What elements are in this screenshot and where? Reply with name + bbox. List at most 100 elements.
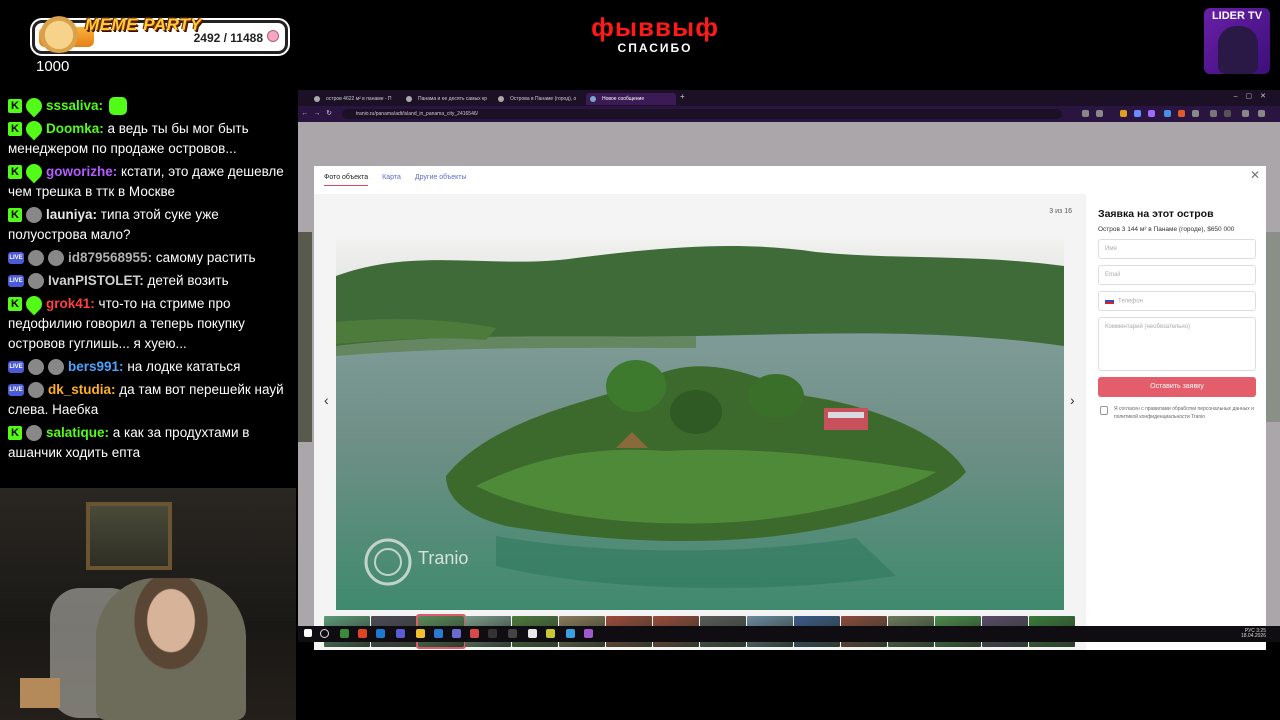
subscriber-badge-icon <box>22 293 46 316</box>
chat-username[interactable]: bers991: <box>68 359 124 374</box>
extension-icon[interactable] <box>1082 110 1089 117</box>
chat-username[interactable]: IvanPISTOLET: <box>48 273 144 288</box>
browser-tab[interactable]: Острова в Панаме (город), о <box>494 93 584 105</box>
app-icon[interactable] <box>546 629 555 638</box>
party-title: MEME PARTY <box>85 15 202 34</box>
chat-text: детей возить <box>147 273 229 288</box>
chat-message: Ksalatique: а как за продухтами в ашанчи… <box>8 423 294 463</box>
meme-party-widget: MEME PARTY 2492 / 11488 <box>32 13 288 54</box>
app-icon[interactable] <box>396 629 405 638</box>
channel-badge-label: LIDER TV <box>1211 10 1263 22</box>
chat-message: LIVE dk_studia: да там вот перешейк науй … <box>8 380 294 420</box>
channel-badge: LIDER TV <box>1204 8 1270 74</box>
chat-username[interactable]: Doomka: <box>46 121 104 136</box>
profile-icon[interactable] <box>1242 110 1249 117</box>
chat-username[interactable]: goworizhe: <box>46 164 117 179</box>
favicon-icon <box>406 96 412 102</box>
browser-icon[interactable] <box>470 629 479 638</box>
app-icon[interactable] <box>434 629 443 638</box>
app-icon[interactable] <box>340 629 349 638</box>
subscriber-badge-icon <box>22 95 46 118</box>
tab-label: Панама и ее десять самых кр <box>418 96 488 102</box>
favicon-icon <box>498 96 504 102</box>
prev-photo-icon[interactable]: ‹ <box>324 392 329 408</box>
url-input[interactable]: tranio.ru/panama/adt/island_in_panama_ci… <box>342 109 1062 119</box>
extension-icon[interactable] <box>1148 110 1155 117</box>
tab-bar: остров 4622 м² в панаме - П Панама и ее … <box>298 90 1280 106</box>
start-icon[interactable] <box>304 629 312 637</box>
kick-badge-icon: K <box>8 99 22 114</box>
browser-tab[interactable]: остров 4622 м² в панаме - П <box>310 93 400 105</box>
chat-username[interactable]: salatique: <box>46 425 109 440</box>
pig-icon <box>267 30 279 42</box>
kick-badge-icon: K <box>8 426 22 441</box>
user-avatar-icon <box>26 425 42 442</box>
forward-icon[interactable]: → <box>312 109 322 119</box>
email-field[interactable]: Email <box>1098 265 1256 285</box>
app-icon[interactable] <box>452 629 461 638</box>
app-icon[interactable] <box>508 629 517 638</box>
app-icon[interactable] <box>528 629 537 638</box>
reload-icon[interactable]: ↻ <box>324 109 334 119</box>
next-photo-icon[interactable]: › <box>1070 392 1075 408</box>
chat-username[interactable]: id879568955: <box>68 250 152 265</box>
tab-photos[interactable]: Фото объекта <box>324 174 369 186</box>
close-icon[interactable]: ✕ <box>1250 168 1260 182</box>
app-icon[interactable] <box>488 629 497 638</box>
extension-icon[interactable] <box>1120 110 1127 117</box>
consent-checkbox[interactable] <box>1100 406 1108 415</box>
app-icon[interactable] <box>584 629 593 638</box>
subscriber-badge-icon <box>22 118 46 141</box>
submit-button[interactable]: Оставить заявку <box>1098 377 1256 397</box>
chat-username[interactable]: grok41: <box>46 296 95 311</box>
user-avatar-icon <box>48 250 64 267</box>
extension-icon[interactable] <box>1224 110 1231 117</box>
extension-icon[interactable] <box>1164 110 1171 117</box>
chat-username[interactable]: launiya: <box>46 207 97 222</box>
phone-field[interactable]: Телефон <box>1098 291 1256 311</box>
chat-message: Kgoworizhe: кстати, это даже дешевле чем… <box>8 161 294 202</box>
wall-painting <box>86 502 172 570</box>
app-icon[interactable] <box>358 629 367 638</box>
tab-map[interactable]: Карта <box>382 174 401 185</box>
doge-icon <box>37 13 81 53</box>
folder-icon[interactable] <box>416 629 425 638</box>
window-controls[interactable]: –▢✕ <box>1234 92 1274 100</box>
back-icon[interactable]: ← <box>300 109 310 119</box>
party-count: 2492 / 11488 <box>193 31 263 45</box>
listing-modal: Фото объекта Карта Другие объекты ✕ 3 из 1… <box>314 166 1266 650</box>
user-avatar-icon <box>28 273 44 290</box>
tab-other-objects[interactable]: Другие объекты <box>415 174 467 185</box>
extension-icon[interactable] <box>1096 110 1103 117</box>
browser-tab[interactable]: Панама и ее десять самых кр <box>402 93 492 105</box>
tab-label: Острова в Панаме (город), о <box>510 96 577 102</box>
extension-icon[interactable] <box>1134 110 1141 117</box>
cardboard-box <box>20 678 60 708</box>
chat-text: самому растить <box>155 250 256 265</box>
menu-icon[interactable] <box>1258 110 1265 117</box>
consent-checkbox-row: Я согласен с правилами обработки персона… <box>1098 405 1256 421</box>
chat-username[interactable]: dk_studia: <box>48 382 116 397</box>
comment-field[interactable]: Комментарий (необязательно) <box>1098 317 1256 371</box>
new-tab-icon[interactable]: + <box>680 92 685 101</box>
chat-message: LIVE id879568955: самому растить <box>8 248 294 268</box>
live-badge-icon: LIVE <box>8 361 24 374</box>
search-icon[interactable] <box>320 629 329 638</box>
app-icon[interactable] <box>376 629 385 638</box>
user-avatar-icon <box>28 250 44 267</box>
app-icon[interactable] <box>566 629 575 638</box>
user-avatar-icon <box>28 359 44 376</box>
extension-icon[interactable] <box>1210 110 1217 117</box>
modal-tabs: Фото объекта Карта Другие объекты <box>324 174 481 186</box>
address-bar-row: ← → ↻ tranio.ru/panama/adt/island_in_pan… <box>298 106 1280 122</box>
browser-tab-active[interactable]: Новое сообщение <box>586 93 676 105</box>
kick-badge-icon: K <box>8 297 22 312</box>
name-field[interactable]: Имя <box>1098 239 1256 259</box>
extension-icon[interactable] <box>1192 110 1199 117</box>
taskbar: РУС 3:25 18.04.2026 <box>298 626 1280 642</box>
chat-username[interactable]: sssaliva: <box>46 98 103 113</box>
chat-message: LIVE IvanPISTOLET: детей возить <box>8 271 294 291</box>
favicon-icon <box>314 96 320 102</box>
extension-icon[interactable] <box>1178 110 1185 117</box>
photo-gallery: 3 из 16 ‹ › Tranio <box>314 194 1086 650</box>
